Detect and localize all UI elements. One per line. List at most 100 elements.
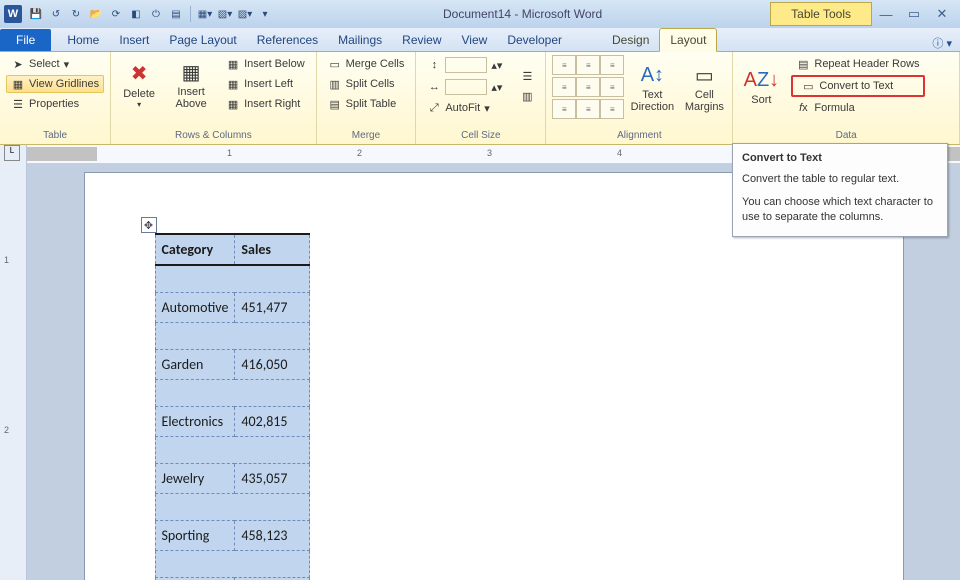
table-cell[interactable]: Automotive [155, 293, 235, 323]
table-cell[interactable]: Garden [155, 350, 235, 380]
repeat-header-button[interactable]: ▤Repeat Header Rows [791, 55, 924, 73]
distribute-rows-button[interactable]: ☰ [515, 67, 539, 85]
distribute-cols-button[interactable]: ▥ [515, 87, 539, 105]
insert-right-button[interactable]: ▦Insert Right [221, 95, 310, 113]
insert-below-button[interactable]: ▦Insert Below [221, 55, 310, 73]
properties-label: Properties [29, 98, 79, 110]
text-direction-button[interactable]: A↕Text Direction [630, 61, 674, 113]
align-bc-icon[interactable]: ≡ [576, 99, 600, 119]
table-row-spacer [155, 437, 310, 464]
align-bl-icon[interactable]: ≡ [552, 99, 576, 119]
delete-label: Delete [123, 88, 155, 100]
alignment-grid[interactable]: ≡≡≡ ≡≡≡ ≡≡≡ [552, 55, 622, 119]
convert-to-text-button[interactable]: ▭Convert to Text [791, 75, 924, 97]
insert-left-label: Insert Left [244, 78, 293, 90]
table-move-handle-icon[interactable]: ✥ [141, 217, 157, 233]
merge-cells-button[interactable]: ▭Merge Cells [323, 55, 410, 73]
redo-icon[interactable]: ↻ [67, 5, 85, 23]
table-cell[interactable]: 416,050 [235, 350, 310, 380]
tab-view[interactable]: View [452, 29, 498, 51]
delete-button[interactable]: ✖Delete▾ [117, 60, 161, 109]
height-field[interactable]: ↕ ▴▾ [422, 55, 507, 75]
maximize-button[interactable]: ▭ [900, 4, 928, 24]
align-tc-icon[interactable]: ≡ [576, 55, 600, 75]
ruler-corner-icon[interactable]: L [4, 145, 20, 161]
split-table-button[interactable]: ▤Split Table [323, 95, 410, 113]
tab-insert[interactable]: Insert [109, 29, 159, 51]
chart-icon[interactable]: ▤ [167, 5, 185, 23]
tab-developer[interactable]: Developer [497, 29, 572, 51]
vruler-tick: 1 [4, 255, 9, 265]
ribbon-help-icon[interactable]: ⓘ ▾ [932, 35, 952, 51]
align-ml-icon[interactable]: ≡ [552, 77, 576, 97]
insert-above-button[interactable]: ▦Insert Above [169, 58, 213, 110]
table-cell[interactable]: Sporting [155, 521, 235, 551]
ruler-tick: 2 [357, 148, 362, 158]
insert-object-icon[interactable]: ▨▾ [236, 5, 254, 23]
merge-label: Merge Cells [346, 58, 405, 70]
data-table[interactable]: CategorySalesAutomotive451,477Garden416,… [155, 233, 311, 580]
quick-access-toolbar: W 💾 ↺ ↻ 📂 ⟳ ◧ ⏻ ▤ ▦▾ ▧▾ ▨▾ ▾ [4, 5, 275, 23]
qat-customize-icon[interactable]: ▾ [256, 5, 274, 23]
table-row[interactable]: Automotive451,477 [155, 293, 310, 323]
tab-layout[interactable]: Layout [659, 28, 717, 52]
tab-page-layout[interactable]: Page Layout [159, 29, 246, 51]
separator-icon [190, 6, 191, 22]
insert-above-icon: ▦ [177, 58, 205, 86]
align-tl-icon[interactable]: ≡ [552, 55, 576, 75]
table-header-cell[interactable]: Category [155, 234, 235, 265]
insert-chart-icon[interactable]: ▦▾ [196, 5, 214, 23]
split-cells-button[interactable]: ▥Split Cells [323, 75, 410, 93]
table-row[interactable]: Electronics402,815 [155, 407, 310, 437]
text-direction-label: Text Direction [630, 89, 674, 113]
table-cell[interactable]: Jewelry [155, 464, 235, 494]
tab-references[interactable]: References [247, 29, 328, 51]
tab-home[interactable]: Home [57, 29, 109, 51]
autofit-button[interactable]: ⤢AutoFit ▾ [422, 99, 507, 117]
save-icon[interactable]: 💾 [27, 5, 45, 23]
align-tr-icon[interactable]: ≡ [600, 55, 624, 75]
table-cell[interactable]: 402,815 [235, 407, 310, 437]
select-button[interactable]: ➤Select ▾ [6, 55, 104, 73]
tab-review[interactable]: Review [392, 29, 451, 51]
tab-design[interactable]: Design [602, 29, 659, 51]
table-header-cell[interactable]: Sales [235, 234, 310, 265]
group-cellsize-label: Cell Size [422, 130, 539, 143]
insert-below-label: Insert Below [244, 58, 305, 70]
split-table-icon: ▤ [328, 97, 342, 111]
cell-margins-button[interactable]: ▭Cell Margins [682, 61, 726, 113]
insert-shape-icon[interactable]: ▧▾ [216, 5, 234, 23]
table-row[interactable]: Sporting458,123 [155, 521, 310, 551]
repeat-header-label: Repeat Header Rows [814, 58, 919, 70]
table-cell[interactable]: Electronics [155, 407, 235, 437]
ruler-tick: 1 [227, 148, 232, 158]
vertical-ruler[interactable]: L 123 [0, 145, 27, 580]
insert-left-button[interactable]: ▦Insert Left [221, 75, 310, 93]
tab-file[interactable]: File [0, 29, 51, 51]
close-button[interactable]: ✕ [928, 4, 956, 24]
ruler-tick: 4 [617, 148, 622, 158]
formula-button[interactable]: fxFormula [791, 99, 924, 117]
align-br-icon[interactable]: ≡ [600, 99, 624, 119]
db-icon[interactable]: ◧ [127, 5, 145, 23]
align-mc-icon[interactable]: ≡ [576, 77, 600, 97]
sort-button[interactable]: AZ↓Sort [739, 66, 783, 106]
table-cell[interactable]: 435,057 [235, 464, 310, 494]
word-logo-icon: W [4, 5, 22, 23]
table-cell[interactable]: 458,123 [235, 521, 310, 551]
power-icon[interactable]: ⏻ [147, 5, 165, 23]
table-row[interactable]: Garden416,050 [155, 350, 310, 380]
align-mr-icon[interactable]: ≡ [600, 77, 624, 97]
undo-icon[interactable]: ↺ [47, 5, 65, 23]
minimize-button[interactable]: — [872, 4, 900, 24]
refresh-icon[interactable]: ⟳ [107, 5, 125, 23]
ribbon: ➤Select ▾ ▦View Gridlines ☰Properties Ta… [0, 52, 960, 145]
view-gridlines-button[interactable]: ▦View Gridlines [6, 75, 104, 93]
width-field[interactable]: ↔ ▴▾ [422, 77, 507, 97]
open-icon[interactable]: 📂 [87, 5, 105, 23]
tab-mailings[interactable]: Mailings [328, 29, 392, 51]
table-row[interactable]: Jewelry435,057 [155, 464, 310, 494]
properties-button[interactable]: ☰Properties [6, 95, 104, 113]
table-cell[interactable]: 451,477 [235, 293, 310, 323]
convert-icon: ▭ [801, 79, 815, 93]
